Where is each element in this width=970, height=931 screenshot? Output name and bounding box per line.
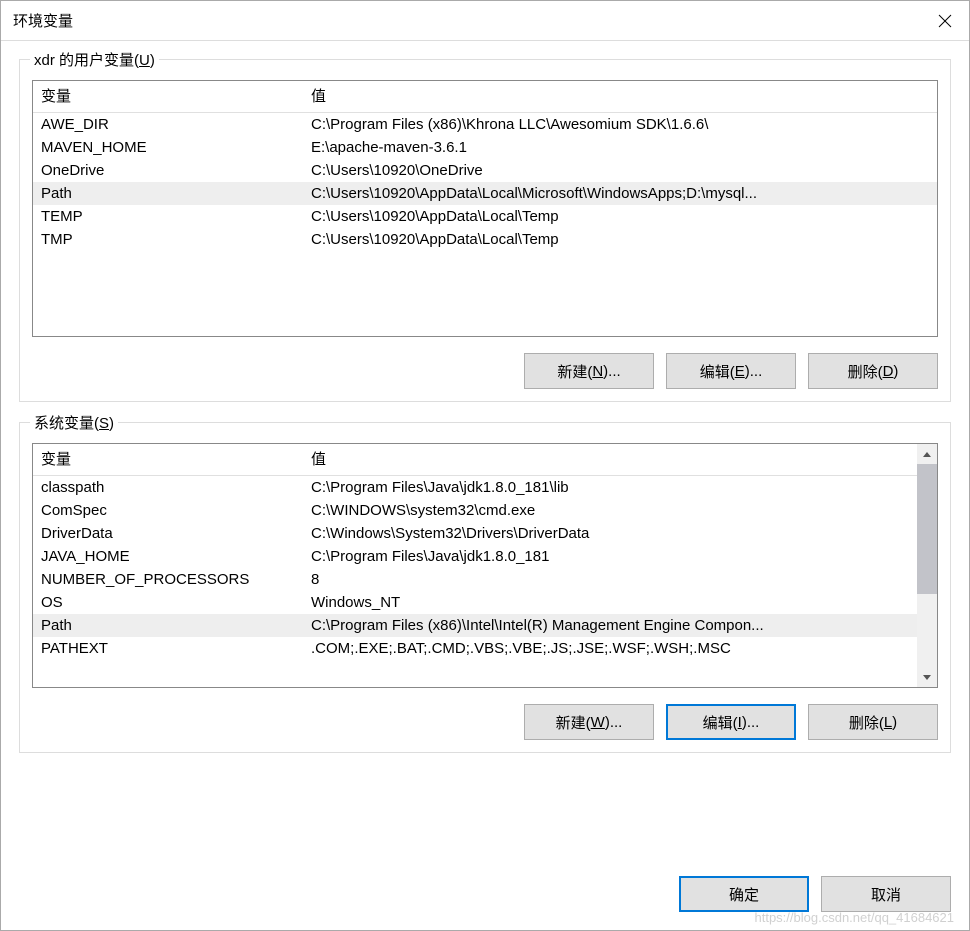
var-value-cell: C:\Program Files\Java\jdk1.8.0_181\lib xyxy=(303,476,917,500)
var-name-cell: AWE_DIR xyxy=(33,113,303,137)
table-header-row: 变量 值 xyxy=(33,81,937,113)
var-value-cell: .COM;.EXE;.BAT;.CMD;.VBS;.VBE;.JS;.JSE;.… xyxy=(303,637,917,660)
var-value-cell: C:\Windows\System32\Drivers\DriverData xyxy=(303,522,917,545)
table-row[interactable]: ComSpecC:\WINDOWS\system32\cmd.exe xyxy=(33,499,917,522)
table-row[interactable]: TEMPC:\Users\10920\AppData\Local\Temp xyxy=(33,205,937,228)
system-vars-legend: 系统变量(S) xyxy=(30,412,118,433)
user-vars-legend: xdr 的用户变量(U) xyxy=(30,49,159,70)
var-name-cell: Path xyxy=(33,614,303,637)
table-row[interactable]: PATHEXT.COM;.EXE;.BAT;.CMD;.VBS;.VBE;.JS… xyxy=(33,637,917,660)
cancel-button[interactable]: 取消 xyxy=(821,876,951,912)
var-value-cell: C:\Program Files (x86)\Khrona LLC\Awesom… xyxy=(303,113,937,137)
table-row[interactable]: NUMBER_OF_PROCESSORS8 xyxy=(33,568,917,591)
col-header-value[interactable]: 值 xyxy=(303,81,937,113)
table-row[interactable]: OSWindows_NT xyxy=(33,591,917,614)
var-name-cell: NUMBER_OF_PROCESSORS xyxy=(33,568,303,591)
user-vars-table: 变量 值 AWE_DIRC:\Program Files (x86)\Khron… xyxy=(33,81,937,251)
var-name-cell: classpath xyxy=(33,476,303,500)
var-value-cell: C:\Program Files (x86)\Intel\Intel(R) Ma… xyxy=(303,614,917,637)
system-vars-table: 变量 值 classpathC:\Program Files\Java\jdk1… xyxy=(33,444,917,660)
table-row[interactable]: TMPC:\Users\10920\AppData\Local\Temp xyxy=(33,228,937,251)
user-new-button[interactable]: 新建(N)... xyxy=(524,353,654,389)
var-value-cell: C:\Program Files\Java\jdk1.8.0_181 xyxy=(303,545,917,568)
titlebar: 环境变量 xyxy=(1,1,969,41)
var-value-cell: C:\WINDOWS\system32\cmd.exe xyxy=(303,499,917,522)
var-value-cell: E:\apache-maven-3.6.1 xyxy=(303,136,937,159)
table-row[interactable]: PathC:\Users\10920\AppData\Local\Microso… xyxy=(33,182,937,205)
system-new-button[interactable]: 新建(W)... xyxy=(524,704,654,740)
var-name-cell: DriverData xyxy=(33,522,303,545)
table-row[interactable]: OneDriveC:\Users\10920\OneDrive xyxy=(33,159,937,182)
system-edit-button[interactable]: 编辑(I)... xyxy=(666,704,796,740)
var-value-cell: C:\Users\10920\AppData\Local\Microsoft\W… xyxy=(303,182,937,205)
dialog-buttons: 确定 取消 xyxy=(1,870,969,930)
table-row[interactable]: PathC:\Program Files (x86)\Intel\Intel(R… xyxy=(33,614,917,637)
close-button[interactable] xyxy=(921,1,969,41)
var-value-cell: C:\Users\10920\OneDrive xyxy=(303,159,937,182)
dialog-content: xdr 的用户变量(U) 变量 值 AWE_DIRC:\Program File… xyxy=(1,41,969,870)
user-edit-button[interactable]: 编辑(E)... xyxy=(666,353,796,389)
table-header-row: 变量 值 xyxy=(33,444,917,476)
ok-button[interactable]: 确定 xyxy=(679,876,809,912)
var-name-cell: TMP xyxy=(33,228,303,251)
system-vars-buttons: 新建(W)... 编辑(I)... 删除(L) xyxy=(32,704,938,740)
col-header-name[interactable]: 变量 xyxy=(33,81,303,113)
table-row[interactable]: MAVEN_HOMEE:\apache-maven-3.6.1 xyxy=(33,136,937,159)
scrollbar-thumb[interactable] xyxy=(917,464,937,594)
scroll-up-icon[interactable] xyxy=(917,444,937,464)
table-row[interactable]: JAVA_HOMEC:\Program Files\Java\jdk1.8.0_… xyxy=(33,545,917,568)
user-delete-button[interactable]: 删除(D) xyxy=(808,353,938,389)
var-name-cell: JAVA_HOME xyxy=(33,545,303,568)
var-name-cell: OS xyxy=(33,591,303,614)
user-vars-group: xdr 的用户变量(U) 变量 值 AWE_DIRC:\Program File… xyxy=(19,59,951,402)
system-vars-group: 系统变量(S) 变量 值 classpathC:\Program Files\J… xyxy=(19,422,951,753)
scroll-down-icon[interactable] xyxy=(917,667,937,687)
var-name-cell: ComSpec xyxy=(33,499,303,522)
table-row[interactable]: DriverDataC:\Windows\System32\Drivers\Dr… xyxy=(33,522,917,545)
system-vars-list[interactable]: 变量 值 classpathC:\Program Files\Java\jdk1… xyxy=(32,443,938,688)
user-vars-buttons: 新建(N)... 编辑(E)... 删除(D) xyxy=(32,353,938,389)
col-header-value[interactable]: 值 xyxy=(303,444,917,476)
var-name-cell: Path xyxy=(33,182,303,205)
system-delete-button[interactable]: 删除(L) xyxy=(808,704,938,740)
user-vars-list[interactable]: 变量 值 AWE_DIRC:\Program Files (x86)\Khron… xyxy=(32,80,938,337)
scrollbar[interactable] xyxy=(917,444,937,687)
table-row[interactable]: AWE_DIRC:\Program Files (x86)\Khrona LLC… xyxy=(33,113,937,137)
var-name-cell: OneDrive xyxy=(33,159,303,182)
var-value-cell: Windows_NT xyxy=(303,591,917,614)
env-vars-dialog: 环境变量 xdr 的用户变量(U) 变量 值 AWE_DIR xyxy=(0,0,970,931)
table-row[interactable]: classpathC:\Program Files\Java\jdk1.8.0_… xyxy=(33,476,917,500)
var-name-cell: TEMP xyxy=(33,205,303,228)
var-value-cell: 8 xyxy=(303,568,917,591)
var-value-cell: C:\Users\10920\AppData\Local\Temp xyxy=(303,228,937,251)
col-header-name[interactable]: 变量 xyxy=(33,444,303,476)
var-name-cell: PATHEXT xyxy=(33,637,303,660)
var-value-cell: C:\Users\10920\AppData\Local\Temp xyxy=(303,205,937,228)
close-icon xyxy=(938,14,952,28)
window-title: 环境变量 xyxy=(13,10,73,31)
var-name-cell: MAVEN_HOME xyxy=(33,136,303,159)
